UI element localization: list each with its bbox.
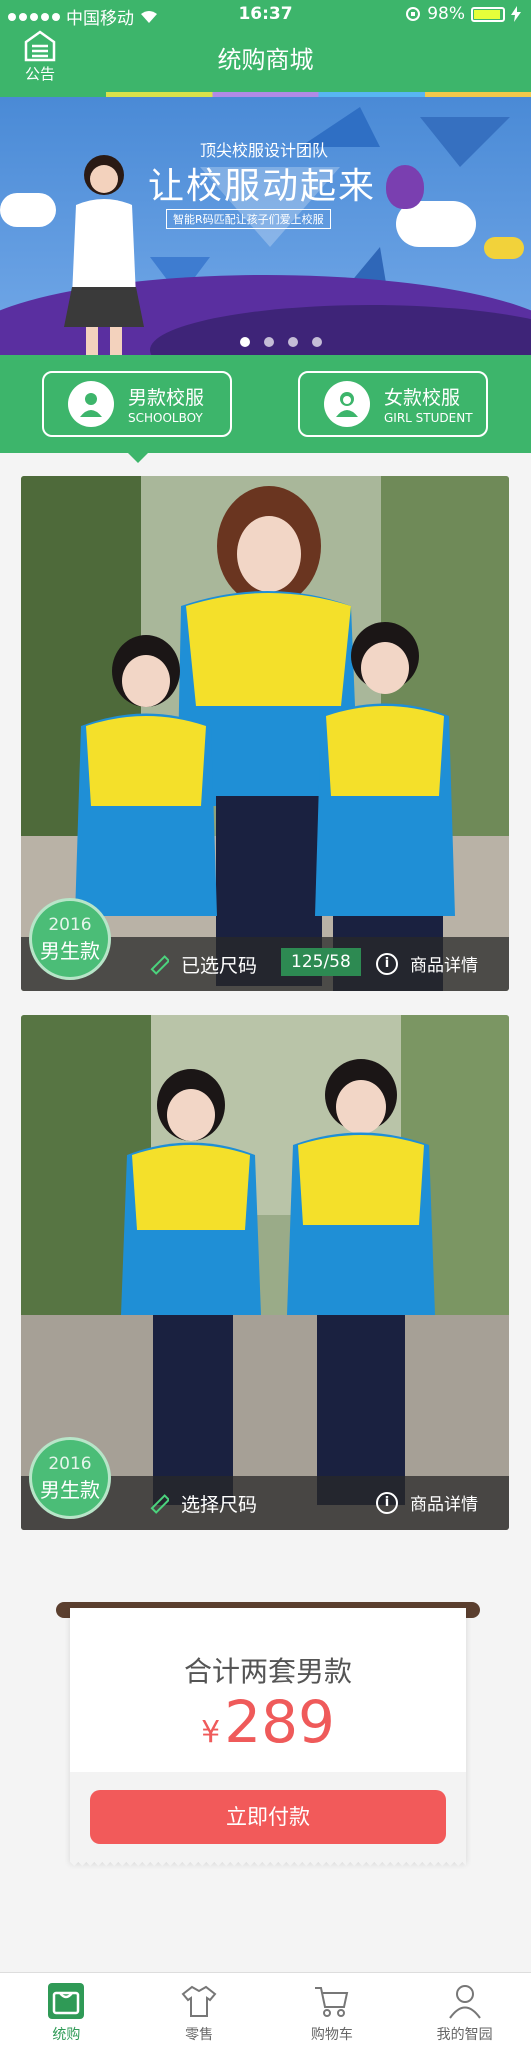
status-bar: 中国移动 16:37 98% xyxy=(0,0,531,30)
category-boys-label: 男款校服 xyxy=(128,387,205,409)
currency-symbol: ¥ xyxy=(201,1715,221,1750)
bottom-tab-bar: 统购 零售 购物车 我的智园 xyxy=(0,1972,531,2048)
category-girls-button[interactable]: 女款校服 GIRL STUDENT xyxy=(298,371,488,437)
category-girls-label: 女款校服 xyxy=(384,387,461,409)
category-selected-pointer xyxy=(128,453,148,463)
bird-mascot xyxy=(386,165,424,209)
tab-label: 购物车 xyxy=(310,2027,353,2043)
tab-label: 零售 xyxy=(185,2027,214,2043)
info-icon: i xyxy=(376,952,398,975)
banner-pager[interactable] xyxy=(240,337,322,347)
pager-dot[interactable] xyxy=(312,337,322,347)
tab-label: 统购 xyxy=(52,2027,81,2043)
badge-label: 男生款 xyxy=(40,1478,100,1502)
info-icon: i xyxy=(376,1491,398,1514)
ruler-icon xyxy=(150,954,169,975)
tab-retail[interactable]: 零售 xyxy=(133,1973,266,2048)
category-boys-sublabel: SCHOOLBOY xyxy=(128,411,203,425)
bag-icon xyxy=(48,1983,85,2019)
badge-label: 男生款 xyxy=(40,939,100,963)
promo-banner[interactable]: 顶尖校服设计团队 让校服动起来 智能R码匹配让孩子们爱上校服 xyxy=(0,97,531,355)
select-size-button[interactable]: 选择尺码 xyxy=(149,1490,257,1517)
banner-tagline: 智能R码匹配让孩子们爱上校服 xyxy=(166,209,331,229)
pay-now-button[interactable]: 立即付款 xyxy=(90,1790,446,1844)
badge-year: 2016 xyxy=(48,1454,92,1474)
user-icon xyxy=(448,1985,481,2019)
orientation-lock-icon xyxy=(406,7,421,21)
product-card[interactable]: 已选尺码 125/58 i 商品详情 2016 男生款 xyxy=(21,476,509,991)
price-amount: 289 xyxy=(224,1688,335,1756)
product-badge: 2016 男生款 xyxy=(29,1437,111,1519)
tab-group-buy[interactable]: 统购 xyxy=(0,1973,133,2048)
product-detail-button[interactable]: i 商品详情 xyxy=(376,951,478,976)
banner-headline: 让校服动起来 xyxy=(148,166,377,207)
page-title: 统购商城 xyxy=(217,46,314,74)
size-value-badge: 125/58 xyxy=(281,948,361,976)
category-boys-button[interactable]: 男款校服 SCHOOLBOY xyxy=(42,371,232,437)
girl-avatar-icon xyxy=(324,381,370,427)
category-girls-sublabel: GIRL STUDENT xyxy=(384,411,473,425)
product-detail-label: 商品详情 xyxy=(410,956,478,976)
battery-icon xyxy=(471,6,505,22)
total-price: ¥289 xyxy=(70,1688,466,1756)
tab-my-garden[interactable]: 我的智园 xyxy=(398,1973,531,2048)
size-action-label: 已选尺码 xyxy=(181,955,258,977)
product-detail-label: 商品详情 xyxy=(410,1495,478,1515)
product-card[interactable]: 选择尺码 i 商品详情 2016 男生款 xyxy=(21,1015,509,1530)
product-badge: 2016 男生款 xyxy=(29,898,111,980)
boy-avatar-icon xyxy=(68,381,114,427)
top-bar: 中国移动 16:37 98% 公告 统购商城 xyxy=(0,0,531,92)
model-girl-illustration xyxy=(64,155,144,355)
tab-label: 我的智园 xyxy=(436,2027,493,2043)
size-selected-button[interactable]: 已选尺码 xyxy=(149,951,257,978)
pager-dot[interactable] xyxy=(288,337,298,347)
battery-info: 98% xyxy=(405,4,521,24)
tab-cart[interactable]: 购物车 xyxy=(266,1973,399,2048)
pager-dot[interactable] xyxy=(264,337,274,347)
shirt-icon xyxy=(181,1985,217,2017)
product-detail-button[interactable]: i 商品详情 xyxy=(376,1490,478,1515)
size-action-label: 选择尺码 xyxy=(181,1494,258,1516)
ruler-icon xyxy=(150,1493,169,1514)
cart-icon xyxy=(314,1987,349,2017)
charging-icon xyxy=(511,6,521,22)
badge-year: 2016 xyxy=(48,915,92,935)
battery-percent: 98% xyxy=(427,4,465,24)
category-bar: 男款校服 SCHOOLBOY 女款校服 GIRL STUDENT xyxy=(0,355,531,453)
checkout-receipt: 合计两套男款 ¥289 立即付款 xyxy=(70,1608,466,1870)
order-summary: 合计两套男款 xyxy=(183,1655,352,1688)
pager-dot[interactable] xyxy=(240,337,250,347)
